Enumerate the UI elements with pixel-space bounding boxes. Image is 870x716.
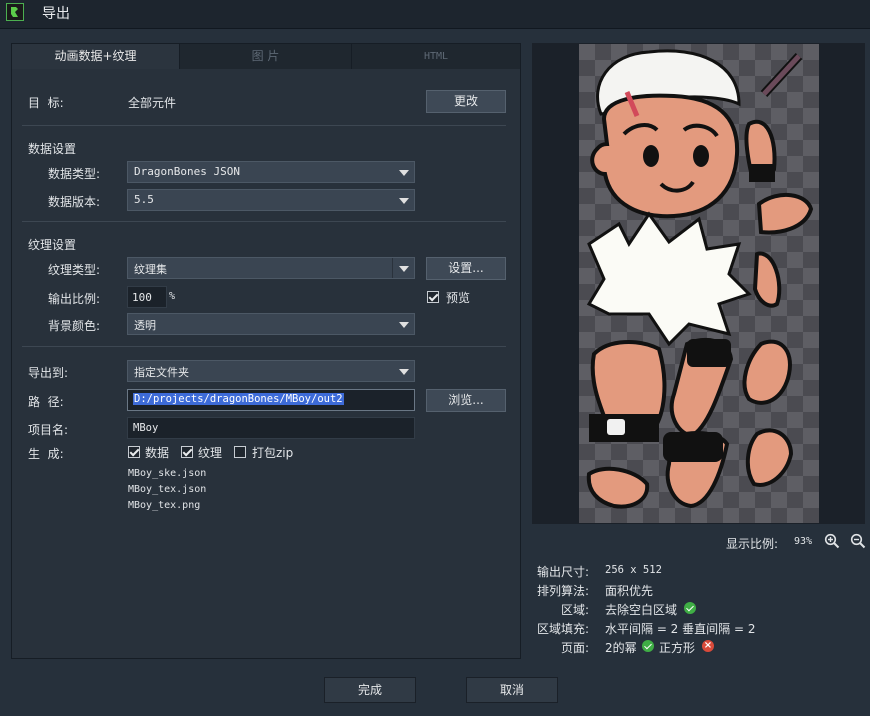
cancel-button[interactable]: 取消 <box>466 677 558 703</box>
tab-html[interactable]: HTML <box>351 44 520 69</box>
texture-type-label: 纹理类型: <box>48 263 101 277</box>
check-circle-icon <box>684 602 696 614</box>
target-label: 目 标: <box>28 96 64 110</box>
zoom-out-icon[interactable] <box>850 533 866 549</box>
chevron-down-icon <box>399 198 409 204</box>
project-name-input[interactable]: MBoy <box>127 417 415 439</box>
data-version-value: 5.5 <box>134 193 154 206</box>
title-bar <box>0 0 870 29</box>
tab-animation-texture[interactable]: 动画数据+纹理 <box>12 44 179 69</box>
texture-type-value: 纹理集 <box>134 263 167 276</box>
project-name-value: MBoy <box>133 422 159 434</box>
path-label: 路 径: <box>28 395 64 409</box>
bg-color-dropdown[interactable]: 透明 <box>127 313 415 335</box>
app-icon <box>6 3 24 21</box>
chevron-down-icon <box>399 369 409 375</box>
error-circle-icon: × <box>702 640 714 652</box>
region-value: 去除空白区域 <box>605 603 678 617</box>
data-type-dropdown[interactable]: DragonBones JSON <box>127 161 415 183</box>
region-fill-label: 区域填充: <box>537 622 590 636</box>
texture-type-dropdown[interactable]: 纹理集 <box>127 257 415 279</box>
window-title: 导出 <box>42 6 70 22</box>
output-scale-unit: % <box>169 291 176 302</box>
region-label: 区域: <box>561 603 590 617</box>
bg-color-label: 背景颜色: <box>48 319 101 333</box>
gen-data-checkbox[interactable] <box>128 446 140 458</box>
export-to-value: 指定文件夹 <box>134 366 189 379</box>
data-type-value: DragonBones JSON <box>134 165 240 178</box>
path-value: D:/projects/dragonBones/MBoy/out2 <box>133 393 344 405</box>
page-value-pow2: 2的幂 <box>605 641 637 655</box>
page-value-square: 正方形 <box>659 641 696 655</box>
output-scale-label: 输出比例: <box>48 292 101 306</box>
output-file: MBoy_tex.json <box>128 484 207 495</box>
divider <box>22 346 506 347</box>
check-circle-icon <box>642 640 654 652</box>
generate-label: 生 成: <box>28 447 64 461</box>
texture-settings-button[interactable]: 设置... <box>426 257 506 280</box>
preview-label: 预览 <box>446 291 471 305</box>
algorithm-value: 面积优先 <box>605 584 654 598</box>
data-type-label: 数据类型: <box>48 167 101 181</box>
gen-texture-checkbox[interactable] <box>181 446 193 458</box>
data-settings-heading: 数据设置 <box>28 142 77 156</box>
bg-color-value: 透明 <box>134 319 156 332</box>
tab-image[interactable]: 图 片 <box>179 44 351 69</box>
texture-atlas-preview[interactable] <box>579 44 819 523</box>
region-fill-value: 水平间隔 = 2 垂直间隔 = 2 <box>605 622 756 636</box>
output-scale-value: 100 <box>132 291 152 304</box>
output-scale-input[interactable]: 100 <box>127 286 167 308</box>
character-sprite-parts <box>586 49 814 509</box>
texture-settings-heading: 纹理设置 <box>28 238 77 252</box>
chevron-down-icon <box>399 266 409 272</box>
data-version-label: 数据版本: <box>48 195 101 209</box>
output-size-value: 256 x 512 <box>605 564 662 576</box>
output-file: MBoy_ske.json <box>128 468 207 479</box>
settings-panel <box>11 43 521 659</box>
divider <box>22 125 506 126</box>
path-input[interactable]: D:/projects/dragonBones/MBoy/out2 <box>127 389 415 411</box>
gen-data-label: 数据 <box>145 446 170 460</box>
browse-button[interactable]: 浏览... <box>426 389 506 412</box>
project-name-label: 项目名: <box>28 423 69 437</box>
change-target-button[interactable]: 更改 <box>426 90 506 113</box>
data-version-dropdown[interactable]: 5.5 <box>127 189 415 211</box>
export-to-label: 导出到: <box>28 366 69 380</box>
algorithm-label: 排列算法: <box>537 584 590 598</box>
output-size-label: 输出尺寸: <box>537 565 590 579</box>
gen-zip-checkbox[interactable] <box>234 446 246 458</box>
gen-zip-label: 打包zip <box>252 446 294 460</box>
preview-checkbox[interactable] <box>427 291 439 303</box>
output-file: MBoy_tex.png <box>128 500 201 511</box>
done-button[interactable]: 完成 <box>324 677 416 703</box>
export-to-dropdown[interactable]: 指定文件夹 <box>127 360 415 382</box>
gen-texture-label: 纹理 <box>198 446 223 460</box>
zoom-label: 显示比例: <box>726 537 779 551</box>
zoom-value: 93% <box>794 536 813 547</box>
chevron-down-icon <box>399 322 409 328</box>
divider <box>22 221 506 222</box>
zoom-in-icon[interactable] <box>824 533 840 549</box>
chevron-down-icon <box>399 170 409 176</box>
target-value: 全部元件 <box>128 96 177 110</box>
page-label: 页面: <box>561 641 590 655</box>
